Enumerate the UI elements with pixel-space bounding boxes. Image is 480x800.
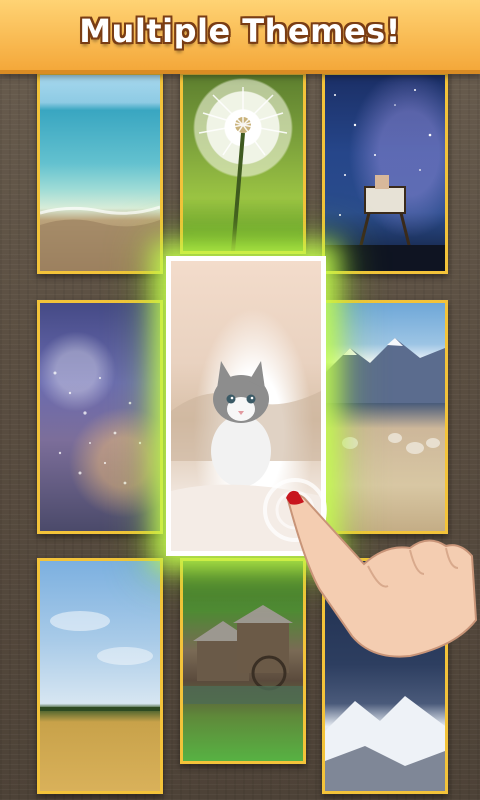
title-banner: Multiple Themes! — [0, 0, 480, 74]
theme-tile-wheat-field[interactable] — [37, 558, 163, 794]
theme-tile-beach[interactable] — [37, 72, 163, 274]
theme-tile-starry-night[interactable] — [322, 72, 448, 274]
page-title: Multiple Themes! — [79, 12, 401, 50]
dandelion-art — [198, 87, 288, 251]
pointing-hand-icon — [263, 478, 478, 658]
theme-tile-rainy-window[interactable] — [37, 300, 163, 534]
starry-night-art — [325, 89, 445, 271]
wheat-field-art — [40, 611, 160, 711]
beach-art — [40, 205, 160, 271]
theme-tile-dandelion[interactable] — [180, 72, 306, 254]
rainy-window-art — [53, 371, 142, 485]
